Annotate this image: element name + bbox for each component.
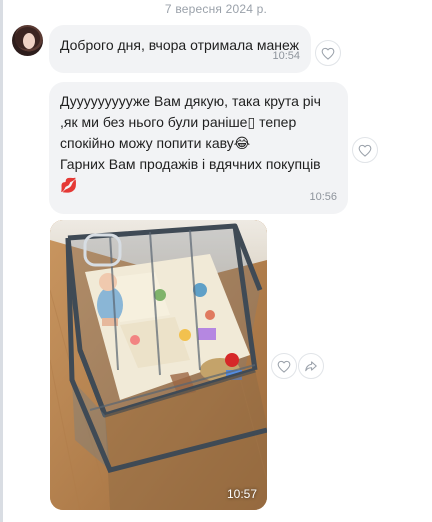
message-line: Дуууууууууже Вам дякую, така крута річ: [60, 93, 321, 109]
playpen-photo: [50, 220, 267, 510]
share-icon: [305, 361, 317, 372]
message-line: 💋: [60, 177, 78, 193]
like-button-1[interactable]: [315, 40, 341, 66]
message-bubble-2[interactable]: Дуууууууууже Вам дякую, така крута річ ,…: [49, 82, 348, 214]
share-button[interactable]: [298, 353, 324, 379]
heart-icon: [358, 144, 372, 157]
message-text-2: Дуууууууууже Вам дякую, така крута річ ,…: [60, 91, 342, 196]
message-bubble-1[interactable]: Доброго дня, вчора отримала манеж 10:54: [49, 25, 311, 73]
like-button-2[interactable]: [352, 137, 378, 163]
message-line: ,як ми без нього були раніше▯ тепер: [60, 114, 297, 130]
like-button-photo[interactable]: [271, 353, 297, 379]
heart-icon: [321, 47, 335, 60]
message-line: спокійно можу попити каву😂: [60, 135, 251, 151]
photo-time: 10:57: [226, 487, 257, 501]
sender-avatar[interactable]: [12, 25, 43, 56]
message-time-2: 10:56: [309, 191, 337, 203]
message-line: Гарних Вам продажів і вдячних покупців: [60, 156, 321, 172]
window-left-edge: [0, 0, 3, 522]
photo-attachment[interactable]: 10:57: [50, 220, 267, 510]
message-text-1: Доброго дня, вчора отримала манеж: [60, 37, 299, 53]
conversation-date: 7 вересня 2024 р.: [164, 2, 268, 16]
message-time-1: 10:54: [272, 50, 300, 62]
heart-icon: [277, 360, 291, 373]
